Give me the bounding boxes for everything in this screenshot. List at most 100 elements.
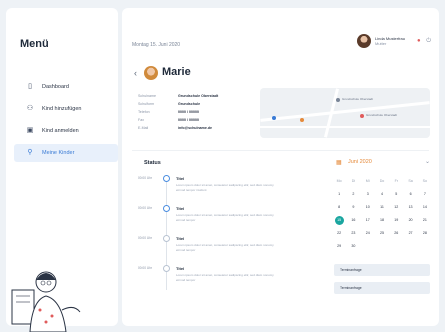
child-avatar (144, 66, 158, 80)
calendar-day-label: 19 (394, 218, 399, 222)
calendar-day[interactable]: 23 (346, 230, 360, 237)
bell-icon[interactable]: ● (417, 38, 421, 44)
calendar-day[interactable]: 2 (346, 191, 360, 198)
calendar-day[interactable]: 8 (332, 204, 346, 211)
calendar-day-label: 1 (338, 192, 341, 196)
calendar-day[interactable]: 28 (418, 230, 432, 237)
calendar-day[interactable]: 7 (418, 191, 432, 198)
calendar-day[interactable]: 12 (389, 204, 403, 211)
calendar-day-label: 12 (394, 205, 399, 209)
calendar-day[interactable]: 4 (375, 191, 389, 198)
timeline-dot (163, 205, 170, 212)
timeline-dot (163, 235, 170, 242)
calendar-day-label: 30 (351, 244, 356, 248)
calendar-day-label: 25 (379, 231, 384, 235)
calendar-day[interactable]: 21 (418, 217, 432, 224)
calendar-day-label: 2 (352, 192, 355, 196)
map-road (260, 126, 430, 128)
calendar-day[interactable]: 29 (332, 243, 346, 250)
add-child-icon: ⚇ (26, 105, 34, 112)
calendar-day[interactable]: 20 (403, 217, 417, 224)
chevron-down-icon[interactable]: ⌄ (425, 158, 430, 165)
calendar-day[interactable]: 9 (346, 204, 360, 211)
calendar-day-label: 5 (395, 192, 398, 196)
user-menu[interactable]: Linda Musterfrau Mutter (356, 34, 405, 48)
calendar-day-label: 27 (408, 231, 413, 235)
sidebar-nav: ▯ Dashboard ⚇ Kind hinzufügen ▣ Kind anm… (14, 78, 118, 166)
calendar-day-label: 7 (423, 192, 426, 196)
calendar-day[interactable]: 17 (361, 217, 375, 224)
status-title: Status (144, 160, 161, 166)
map-label: Grundschule Oberstadt (342, 97, 374, 101)
calendar-day-label: 26 (394, 231, 399, 235)
calendar-day[interactable]: 6 (403, 191, 417, 198)
map-road (260, 101, 430, 122)
calendar-day-today[interactable]: 15 (332, 216, 346, 225)
sidebar-item-my-children[interactable]: ⚲ Meine Kinder (14, 144, 118, 162)
calendar-day-label: 20 (408, 218, 413, 222)
event-item[interactable]: Terminanfrage (334, 282, 430, 294)
back-icon[interactable]: ‹ (134, 68, 137, 78)
teacher-illustration (11, 271, 81, 332)
timeline-entry: 00:00 Uhr Titel Lorem ipsum dolor sit am… (138, 235, 274, 252)
calendar-day[interactable]: 5 (389, 191, 403, 198)
calendar-day[interactable]: 30 (346, 243, 360, 250)
calendar-day-label: 17 (365, 218, 370, 222)
calendar-day[interactable]: 25 (375, 230, 389, 237)
info-row: Fax 0000 / 00000 (138, 118, 199, 122)
map-pin (300, 118, 304, 122)
sidebar: Menü ▯ Dashboard ⚇ Kind hinzufügen ▣ Kin… (6, 8, 118, 332)
menu-title: Menü (20, 38, 49, 50)
calendar-day[interactable]: 16 (346, 217, 360, 224)
map-label: Grundschule Oberstadt (366, 113, 398, 117)
calendar-day[interactable]: 14 (418, 204, 432, 211)
calendar-weekday: Di (351, 179, 356, 183)
timeline-entry: 00:00 Uhr Titel Lorem ipsum dolor sit am… (138, 265, 274, 282)
sidebar-item-label: Kind anmelden (42, 128, 79, 134)
calendar-day-label: 22 (337, 231, 342, 235)
calendar-day-label: 23 (351, 231, 356, 235)
dashboard-icon: ▯ (28, 83, 32, 90)
calendar: ▦ Juni 2020 ⌄ Mo Di Mi Do Fr Sa So 1 2 3 4 5 6 7 8 9 10 1… (332, 158, 432, 258)
calendar-day[interactable]: 13 (403, 204, 417, 211)
calendar-day-label: 16 (351, 218, 356, 222)
calendar-day[interactable]: 19 (389, 217, 403, 224)
school-info: Schulname Grundschule Oberstadt Schulfor… (138, 92, 218, 132)
sidebar-item-add-child[interactable]: ⚇ Kind hinzufügen (14, 100, 118, 118)
map-pin (272, 116, 276, 120)
calendar-day-label: 8 (338, 205, 341, 209)
calendar-icon: ▦ (336, 160, 342, 166)
school-map[interactable]: Grundschule Oberstadt Grundschule Oberst… (260, 88, 430, 138)
calendar-day[interactable]: 24 (361, 230, 375, 237)
register-icon: ▣ (26, 127, 34, 134)
timeline-dot (163, 265, 170, 272)
calendar-day[interactable]: 18 (375, 217, 389, 224)
calendar-day[interactable]: 11 (375, 204, 389, 211)
main-panel: Montag 15. Juni 2020 Linda Musterfrau Mu… (122, 8, 439, 326)
status-timeline: 00:00 Uhr Titel Lorem ipsum dolor sit am… (138, 175, 288, 296)
power-icon[interactable]: ⏻ (426, 38, 431, 44)
calendar-day-label: 21 (422, 218, 427, 222)
calendar-day-label: 28 (422, 231, 427, 235)
calendar-day[interactable]: 26 (389, 230, 403, 237)
calendar-day[interactable]: 22 (332, 230, 346, 237)
child-name: Marie (162, 66, 191, 78)
calendar-day-label: 18 (379, 218, 384, 222)
sidebar-item-dashboard[interactable]: ▯ Dashboard (14, 78, 118, 96)
calendar-day[interactable]: 27 (403, 230, 417, 237)
calendar-weekday: Do (379, 179, 385, 183)
calendar-weekday: Sa (408, 179, 413, 183)
calendar-day[interactable]: 3 (361, 191, 375, 198)
calendar-day-label: 4 (380, 192, 383, 196)
calendar-day[interactable]: 1 (332, 191, 346, 198)
calendar-day-label: 14 (422, 205, 427, 209)
calendar-day[interactable]: 10 (361, 204, 375, 211)
calendar-weekday: Mi (365, 179, 370, 183)
calendar-day-label: 15 (337, 218, 342, 222)
top-icons: ● ⏻ (417, 38, 431, 45)
timeline-entry: 00:00 Uhr Titel Lorem ipsum dolor sit am… (138, 205, 274, 222)
sidebar-item-register-child[interactable]: ▣ Kind anmelden (14, 122, 118, 140)
calendar-day-label: 6 (409, 192, 412, 196)
divider (132, 150, 429, 151)
event-item[interactable]: Terminanfrage (334, 264, 430, 276)
